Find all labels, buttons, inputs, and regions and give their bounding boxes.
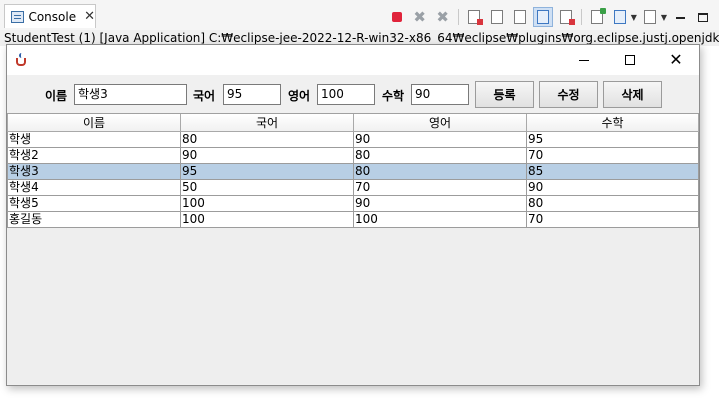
table-header-row: 이름 국어 영어 수학 [7, 114, 699, 132]
column-header-math[interactable]: 수학 [526, 114, 699, 132]
cell-korean[interactable]: 50 [180, 179, 354, 196]
console-toolbar: ✖ ✖ ▼ ▼ [387, 6, 713, 28]
display-selected-console-icon[interactable] [610, 7, 630, 27]
chevron-down-icon[interactable]: ▼ [631, 13, 637, 22]
toolbar-separator [580, 9, 582, 25]
cell-math[interactable]: 95 [526, 131, 699, 148]
edit-button[interactable]: 수정 [539, 81, 598, 108]
window-maximize-button[interactable] [607, 45, 653, 75]
cell-name[interactable]: 학생5 [7, 195, 181, 212]
delete-button[interactable]: 삭제 [603, 81, 662, 108]
math-label: 수학 [382, 89, 405, 103]
window-minimize-button[interactable] [561, 45, 607, 75]
cell-math[interactable]: 85 [526, 163, 699, 180]
close-icon[interactable]: ✕ [84, 9, 95, 24]
column-header-korean[interactable]: 국어 [180, 114, 354, 132]
show-console-on-stdout-icon[interactable] [532, 7, 553, 27]
window-title-bar[interactable]: ✕ [7, 45, 699, 75]
student-window: ✕ 이름 학생3 국어 95 영어 100 수학 90 등록 수정 삭제 이름 … [6, 44, 700, 386]
input-form: 이름 학생3 국어 95 영어 100 수학 90 등록 수정 삭제 [7, 77, 699, 111]
name-field[interactable]: 학생3 [74, 84, 187, 105]
minimize-icon[interactable] [670, 7, 690, 27]
cell-name[interactable]: 학생4 [7, 179, 181, 196]
cell-korean[interactable]: 100 [180, 195, 354, 212]
terminate-icon[interactable] [387, 7, 407, 27]
cell-math[interactable]: 90 [526, 179, 699, 196]
column-header-english[interactable]: 영어 [353, 114, 527, 132]
table-row[interactable]: 학생3 95 80 85 [7, 163, 699, 180]
console-view-header: Console ✕ ✖ ✖ ▼ ▼ [0, 0, 719, 30]
cell-name[interactable]: 학생 [7, 131, 181, 148]
cell-english[interactable]: 100 [353, 211, 527, 228]
cell-english[interactable]: 70 [353, 179, 527, 196]
cell-korean[interactable]: 90 [180, 147, 354, 164]
score-table: 이름 국어 영어 수학 학생 80 90 95 학생2 90 80 70 학생3… [7, 114, 699, 228]
table-row[interactable]: 학생 80 90 95 [7, 131, 699, 148]
remove-launch-icon[interactable]: ✖ [410, 7, 430, 27]
clear-console-icon[interactable] [464, 7, 484, 27]
cell-math[interactable]: 70 [526, 147, 699, 164]
cell-korean[interactable]: 80 [180, 131, 354, 148]
cell-english[interactable]: 80 [353, 163, 527, 180]
table-row[interactable]: 학생2 90 80 70 [7, 147, 699, 164]
word-wrap-icon[interactable] [510, 7, 530, 27]
cell-name[interactable]: 학생2 [7, 147, 181, 164]
console-tab-label: Console [28, 9, 77, 24]
cell-korean[interactable]: 100 [180, 211, 354, 228]
cell-name[interactable]: 홍길동 [7, 211, 181, 228]
cell-math[interactable]: 70 [526, 211, 699, 228]
show-console-on-stderr-icon[interactable] [556, 7, 576, 27]
pin-console-icon[interactable] [587, 7, 607, 27]
cell-math[interactable]: 80 [526, 195, 699, 212]
toolbar-separator [457, 9, 459, 25]
korean-label: 국어 [193, 89, 216, 103]
console-icon [11, 10, 25, 23]
column-header-name[interactable]: 이름 [7, 114, 181, 132]
table-row[interactable]: 학생4 50 70 90 [7, 179, 699, 196]
math-field[interactable]: 90 [411, 84, 469, 105]
cell-english[interactable]: 90 [353, 195, 527, 212]
korean-field[interactable]: 95 [223, 84, 281, 105]
english-label: 영어 [288, 89, 311, 103]
table-row[interactable]: 학생5 100 90 80 [7, 195, 699, 212]
console-tab[interactable]: Console ✕ [4, 4, 96, 28]
table-row[interactable]: 홍길동 100 100 70 [7, 211, 699, 228]
score-table-viewport[interactable]: 이름 국어 영어 수학 학생 80 90 95 학생2 90 80 70 학생3… [7, 113, 699, 384]
window-close-button[interactable]: ✕ [653, 45, 699, 75]
maximize-icon[interactable] [693, 7, 713, 27]
java-icon [14, 53, 30, 67]
remove-all-terminated-icon[interactable]: ✖ [433, 7, 453, 27]
open-console-icon[interactable] [640, 7, 660, 27]
cell-name[interactable]: 학생3 [7, 163, 181, 180]
chevron-down-icon[interactable]: ▼ [661, 13, 667, 22]
cell-english[interactable]: 80 [353, 147, 527, 164]
cell-korean[interactable]: 95 [180, 163, 354, 180]
cell-english[interactable]: 90 [353, 131, 527, 148]
name-label: 이름 [45, 89, 68, 103]
register-button[interactable]: 등록 [475, 81, 534, 108]
scroll-lock-icon[interactable] [487, 7, 507, 27]
english-field[interactable]: 100 [317, 84, 375, 105]
